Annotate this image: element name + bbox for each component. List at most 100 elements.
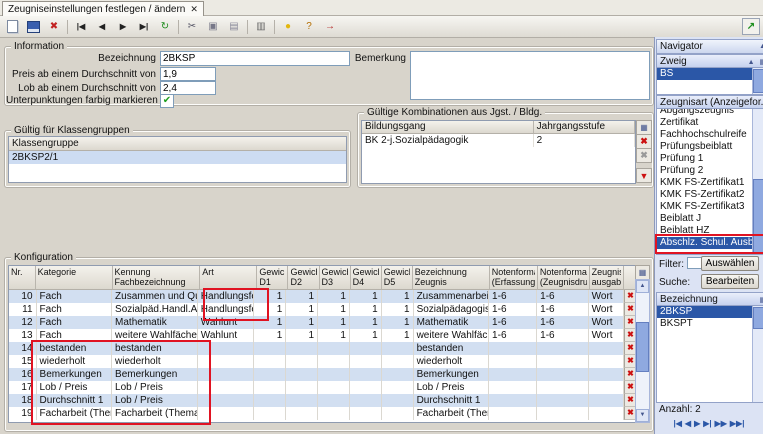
list-item[interactable]: Fachhochschulreife <box>657 129 753 141</box>
column-header[interactable]: Nr. ▲ <box>9 266 36 290</box>
list-item[interactable]: BS <box>657 68 753 80</box>
table-cell: 1 <box>286 290 318 303</box>
list-item[interactable]: Abgangszeugnis <box>657 108 753 117</box>
komb-clear-button[interactable]: ✖ <box>636 148 652 163</box>
column-header[interactable]: GewichtD1 <box>257 266 288 290</box>
toolbar-first-button[interactable]: |◀ <box>71 17 91 36</box>
komb-column-chooser-button[interactable]: ▦ <box>636 120 652 135</box>
nav-last-button[interactable]: ▶| <box>703 419 711 428</box>
list-item[interactable]: Prüfung 2 <box>657 165 753 177</box>
nav-prev-button[interactable]: ◀ <box>685 419 691 428</box>
bezeichnung-input[interactable] <box>160 51 350 66</box>
list-item[interactable]: KMK FS-Zertifikat2 <box>657 189 753 201</box>
toolbar-refresh-button[interactable]: ↻ <box>155 17 175 36</box>
list-item[interactable]: 2BKSP <box>657 306 753 318</box>
list-item[interactable]: Abschlz. Schul. Ausbildg <box>657 237 753 249</box>
klassengruppe-column-header[interactable]: Klassengruppe <box>9 137 346 151</box>
toolbar-hint-button[interactable]: ● <box>278 17 298 36</box>
navigator-titlebar[interactable]: Navigator ▲ <box>656 39 763 54</box>
unterpunktungen-checkbox[interactable]: ✔ <box>160 94 174 108</box>
zeugnisart-scrollbar[interactable] <box>752 109 763 254</box>
bearbeiten-button[interactable]: Bearbeiten <box>701 274 759 289</box>
scrollbar-thumb[interactable] <box>753 69 763 93</box>
column-header[interactable]: Kategorie <box>36 266 113 290</box>
table-cell <box>489 368 537 381</box>
column-header[interactable]: Art <box>200 266 257 290</box>
grid-icon[interactable]: ▦ <box>759 296 763 304</box>
scrollbar-thumb[interactable] <box>753 307 763 329</box>
lob-input[interactable] <box>160 81 216 95</box>
preis-input[interactable] <box>160 67 216 81</box>
collapse-icon[interactable]: ▲ <box>759 43 763 50</box>
toolbar-prev-button[interactable]: ◀ <box>92 17 112 36</box>
table-row[interactable]: BK 2-j.Sozialpädagogik2 <box>362 134 635 147</box>
toolbar-last-button[interactable]: ▶| <box>134 17 154 36</box>
list-item[interactable]: Beiblatt HZ <box>657 225 753 237</box>
toolbar-copy-button[interactable]: ▣ <box>203 17 223 36</box>
komb-insert-row-button[interactable]: ▼ <box>636 168 652 183</box>
column-header[interactable]: Notenformat(Zeugnisdruck) <box>538 266 590 290</box>
auswaehlen-button[interactable]: Auswählen <box>701 256 759 271</box>
toolbar-save-button[interactable] <box>23 17 43 36</box>
table-row[interactable]: 14bestandenbestandenbestanden✖ <box>9 342 636 355</box>
konfig-header: Nr. ▲KategorieKennungFachbezeichnungArtG… <box>9 266 636 290</box>
table-row[interactable]: 16BemerkungenBemerkungenBemerkungen✖ <box>9 368 636 381</box>
column-header[interactable]: BezeichnungZeugnis <box>413 266 490 290</box>
column-header[interactable]: GewichtD5 <box>382 266 413 290</box>
toolbar-cut-button[interactable]: ✂ <box>182 17 202 36</box>
column-header[interactable]: GewichtD4 <box>351 266 382 290</box>
column-header[interactable]: KennungFachbezeichnung <box>113 266 201 290</box>
toolbar-exit-button[interactable]: → <box>320 17 340 36</box>
bezeichnung-scrollbar[interactable] <box>752 306 763 402</box>
tab-close-icon[interactable]: ✕ <box>190 5 198 14</box>
list-item[interactable]: Zertifikat <box>657 117 753 129</box>
column-header[interactable]: Bildungsgang <box>362 121 534 134</box>
tab-zeugniseinstellungen[interactable]: Zeugniseinstellungen festlegen / ändern … <box>2 1 204 16</box>
table-cell: 1 <box>318 329 350 342</box>
list-item[interactable]: Beiblatt J <box>657 213 753 225</box>
list-item[interactable]: Prüfung 1 <box>657 153 753 165</box>
toolbar-next-button[interactable]: ▶ <box>113 17 133 36</box>
list-item[interactable]: KMK FS-Zertifikat3 <box>657 201 753 213</box>
table-row[interactable]: 12FachMathematikWahlunt11111Mathematik1-… <box>9 316 636 329</box>
column-header[interactable]: GewichtD3 <box>320 266 351 290</box>
grid-icon[interactable]: ▦ <box>759 59 763 66</box>
zweig-scrollbar[interactable] <box>752 68 763 94</box>
table-row[interactable]: 19Facharbeit (Thema)Facharbeit (Thema)Fa… <box>9 407 636 420</box>
konfig-scrollbar[interactable]: ▲ ▼ <box>635 279 650 423</box>
table-row[interactable]: 17Lob / PreisLob / PreisLob / Preis✖ <box>9 381 636 394</box>
nav-end-button[interactable]: ▶▶| <box>730 419 745 428</box>
scrollbar-thumb[interactable] <box>636 322 649 372</box>
nav-forward-button[interactable]: ▶▶ <box>715 419 727 428</box>
column-header[interactable]: Zeugnis-ausgabe <box>590 266 625 290</box>
table-cell: 1 <box>254 329 286 342</box>
bemerkung-textarea[interactable] <box>410 51 650 100</box>
scroll-up-icon[interactable]: ▲ <box>636 280 649 293</box>
scrollbar-thumb[interactable] <box>753 179 763 254</box>
list-item[interactable]: Prüfungsbeiblatt <box>657 141 753 153</box>
toolbar-print-button[interactable]: ▥ <box>251 17 271 36</box>
toolbar-new-button[interactable] <box>2 17 22 36</box>
table-row[interactable]: 11FachSozialpäd.Handl.Arbf.Handlungsfeld… <box>9 303 636 316</box>
table-cell <box>318 342 350 355</box>
scroll-down-icon[interactable]: ▼ <box>636 409 649 422</box>
nav-next-button[interactable]: ▶ <box>694 419 700 428</box>
table-row[interactable]: 15wiederholtwiederholtwiederholt✖ <box>9 355 636 368</box>
list-item[interactable]: KMK FS-Zertifikat1 <box>657 177 753 189</box>
komb-delete-row-button[interactable]: ✖ <box>636 134 652 149</box>
toolbar-help-button[interactable]: ? <box>299 17 319 36</box>
column-header[interactable]: GewichtD2 <box>288 266 319 290</box>
toolbar-delete-button[interactable]: ✖ <box>44 17 64 36</box>
column-header[interactable]: Jahrgangsstufe <box>534 121 635 134</box>
column-header[interactable]: Notenformat(Erfassung) <box>490 266 538 290</box>
table-row[interactable]: 13Fachweitere WahlfächerWahlunt11111weit… <box>9 329 636 342</box>
toolbar-paste-button[interactable]: ▤ <box>224 17 244 36</box>
list-item[interactable]: BKSPT <box>657 318 753 330</box>
table-row[interactable]: 18Durchschnitt 1Lob / PreisDurchschnitt … <box>9 394 636 407</box>
list-item[interactable]: 2BKSP2/1 <box>9 151 346 164</box>
nav-first-button[interactable]: |◀ <box>674 419 682 428</box>
undock-panel-button[interactable]: ↗ <box>742 18 760 35</box>
table-cell <box>254 394 286 407</box>
konfig-column-chooser-button[interactable]: ▦ <box>635 265 650 280</box>
table-row[interactable]: 10FachZusammen und Quali...Handlungsfeld… <box>9 290 636 303</box>
